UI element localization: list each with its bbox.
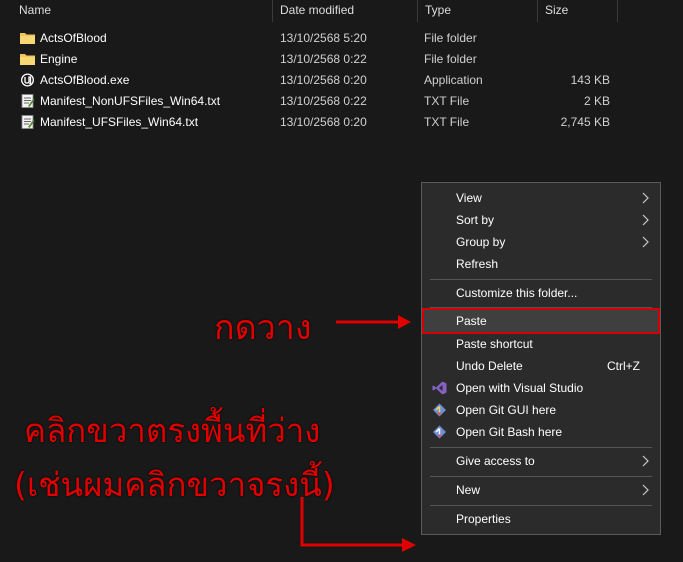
file-type: TXT File [424, 115, 470, 129]
menu-item-label: Undo Delete [456, 359, 523, 373]
paste-annotation-text: กดวาง [214, 308, 312, 348]
chevron-right-icon [642, 192, 649, 204]
file-name: Engine [40, 52, 78, 66]
file-size: 2 KB [583, 94, 610, 108]
file-name: ActsOfBlood.exe [40, 73, 130, 87]
column-divider[interactable] [272, 0, 273, 22]
menu-item-open-visual-studio[interactable]: Open with Visual Studio [422, 377, 660, 399]
file-type: File folder [424, 52, 477, 66]
menu-item-give-access[interactable]: Give access to [422, 450, 660, 472]
menu-item-label: Customize this folder... [456, 286, 578, 300]
file-type: File folder [424, 31, 477, 45]
file-name: ActsOfBlood [40, 31, 107, 45]
menu-item-label: Paste [456, 314, 487, 328]
file-date: 13/10/2568 0:20 [280, 73, 367, 87]
file-size: 143 KB [570, 73, 610, 87]
menu-item-label: Give access to [456, 454, 535, 468]
menu-item-label: Paste shortcut [456, 337, 533, 351]
file-date: 13/10/2568 5:20 [280, 31, 367, 45]
menu-item-view[interactable]: View [422, 187, 660, 209]
menu-item-group-by[interactable]: Group by [422, 231, 660, 253]
menu-item-paste[interactable]: Paste [422, 310, 660, 332]
menu-item-label: Sort by [456, 213, 495, 227]
right-click-annotation-line2: (เช่นผมคลิกขวาจรงนี้) [14, 465, 335, 504]
menu-item-undo-delete[interactable]: Undo Delete Ctrl+Z [422, 355, 660, 377]
menu-item-sort-by[interactable]: Sort by [422, 209, 660, 231]
menu-item-new[interactable]: New [422, 479, 660, 501]
file-type: Application [424, 73, 483, 87]
column-date-header[interactable]: Date modified [274, 0, 354, 22]
menu-item-label: View [456, 191, 482, 205]
text-file-icon [21, 115, 35, 129]
menu-item-open-git-bash[interactable]: Open Git Bash here [422, 421, 660, 443]
file-row[interactable]: Manifest_UFSFiles_Win64.txt 13/10/2568 0… [0, 112, 660, 133]
menu-item-label: Properties [456, 512, 511, 526]
file-name: Manifest_UFSFiles_Win64.txt [40, 115, 199, 129]
menu-item-paste-shortcut[interactable]: Paste shortcut [422, 333, 660, 355]
annotation-arrow-icon [300, 497, 416, 552]
file-row[interactable]: ActsOfBlood.exe 13/10/2568 0:20 Applicat… [0, 70, 660, 91]
menu-item-label: Open with Visual Studio [456, 381, 584, 395]
chevron-right-icon [642, 455, 649, 467]
menu-separator [430, 476, 652, 477]
menu-separator [430, 505, 652, 506]
file-date: 13/10/2568 0:22 [280, 52, 367, 66]
menu-item-shortcut: Ctrl+Z [607, 359, 640, 373]
menu-item-refresh[interactable]: Refresh [422, 253, 660, 275]
chevron-right-icon [642, 484, 649, 496]
column-name-header[interactable]: Name [13, 0, 51, 22]
file-date: 13/10/2568 0:20 [280, 115, 367, 129]
file-row[interactable]: ActsOfBlood 13/10/2568 5:20 File folder [0, 28, 660, 49]
git-gui-icon [433, 403, 446, 417]
file-name: Manifest_NonUFSFiles_Win64.txt [40, 94, 221, 108]
menu-item-open-git-gui[interactable]: Open Git GUI here [422, 399, 660, 421]
folder-icon [20, 33, 35, 44]
text-file-icon [21, 94, 35, 108]
file-type: TXT File [424, 94, 470, 108]
menu-item-label: Open Git GUI here [456, 403, 557, 417]
visual-studio-icon [432, 381, 447, 395]
right-click-annotation-line1: คลิกขวาตรงพื้นที่ว่าง [24, 411, 321, 450]
file-date: 13/10/2568 0:22 [280, 94, 367, 108]
folder-icon [20, 54, 35, 65]
git-bash-icon [433, 425, 446, 439]
menu-separator [430, 447, 652, 448]
menu-separator [430, 279, 652, 280]
menu-item-customize-folder[interactable]: Customize this folder... [422, 282, 660, 304]
menu-item-label: Open Git Bash here [456, 425, 563, 439]
menu-item-label: Group by [456, 235, 506, 249]
chevron-right-icon [642, 236, 649, 248]
annotation-arrow-icon [336, 315, 411, 329]
column-divider[interactable] [417, 0, 418, 22]
column-divider[interactable] [617, 0, 618, 22]
unreal-app-icon [21, 73, 34, 87]
file-size: 2,745 KB [560, 115, 610, 129]
column-header: Name Date modified Type Size [0, 0, 683, 22]
column-divider[interactable] [537, 0, 538, 22]
file-row[interactable]: Engine 13/10/2568 0:22 File folder [0, 49, 660, 70]
menu-item-label: New [456, 483, 481, 497]
file-row[interactable]: Manifest_NonUFSFiles_Win64.txt 13/10/256… [0, 91, 660, 112]
column-size-header[interactable]: Size [539, 0, 568, 22]
menu-item-properties[interactable]: Properties [422, 508, 660, 530]
chevron-right-icon [642, 214, 649, 226]
context-menu: View Sort by Group by Refresh Customize … [421, 182, 661, 535]
menu-item-label: Refresh [456, 257, 499, 271]
column-type-header[interactable]: Type [419, 0, 451, 22]
